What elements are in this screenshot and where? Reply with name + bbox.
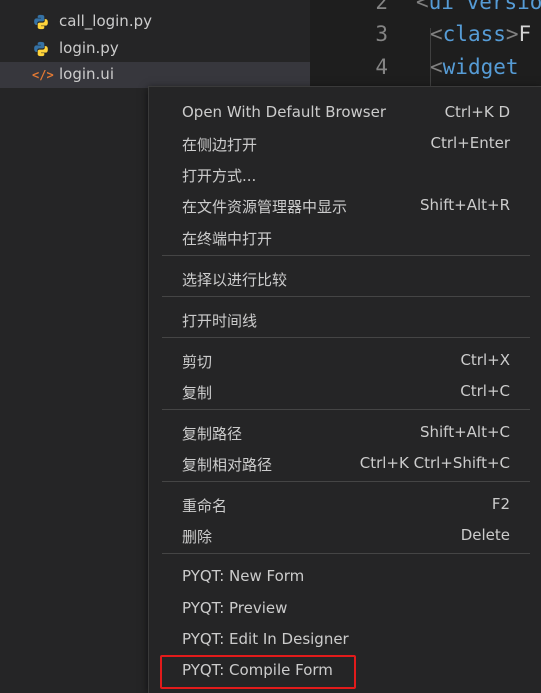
file-label: login.py [59, 39, 119, 57]
menu-item-label: PYQT: Preview [182, 599, 288, 617]
menu-item-copy-relative-path[interactable]: 复制相对路径 Ctrl+K Ctrl+Shift+C [149, 448, 541, 478]
menu-item-open-to-side[interactable]: 在侧边打开 Ctrl+Enter [149, 128, 541, 158]
file-item-call-login-py[interactable]: call_login.py [0, 9, 310, 35]
file-item-login-py[interactable]: login.py [0, 36, 310, 62]
menu-item-select-for-compare[interactable]: 选择以进行比较 [149, 263, 541, 293]
menu-item-shortcut: F2 [491, 495, 510, 513]
menu-item-label: 剪切 [182, 353, 213, 371]
python-icon [34, 14, 48, 30]
menu-item-copy[interactable]: 复制 Ctrl+C [149, 376, 541, 406]
menu-separator [162, 337, 530, 338]
menu-separator [162, 409, 530, 410]
menu-item-label: PYQT: New Form [182, 567, 305, 585]
menu-item-label: 在侧边打开 [182, 136, 258, 154]
menu-item-open-default-browser[interactable]: Open With Default Browser Ctrl+K D [149, 97, 541, 127]
menu-item-shortcut: Delete [460, 526, 510, 544]
menu-item-shortcut: Ctrl+C [460, 382, 510, 400]
file-item-login-ui[interactable]: </> login.ui [0, 62, 310, 88]
menu-item-label: 选择以进行比较 [182, 271, 288, 289]
menu-item-label: 复制路径 [182, 425, 243, 443]
menu-item-open-with[interactable]: 打开方式... [149, 159, 541, 189]
menu-item-label: PYQT: Edit In Designer [182, 630, 349, 648]
menu-item-cut[interactable]: 剪切 Ctrl+X [149, 345, 541, 375]
highlight-box [160, 655, 356, 689]
menu-item-label: 在文件资源管理器中显示 [182, 198, 348, 216]
context-menu: Open With Default Browser Ctrl+K D 在侧边打开… [148, 86, 541, 693]
menu-item-delete[interactable]: 删除 Delete [149, 520, 541, 550]
tag-bracket: < [430, 55, 443, 79]
menu-item-rename[interactable]: 重命名 F2 [149, 489, 541, 519]
menu-item-open-timeline[interactable]: 打开时间线 [149, 304, 541, 334]
menu-item-shortcut: Ctrl+Enter [430, 134, 510, 152]
tag-bracket: < [416, 0, 429, 14]
menu-item-pyqt-new-form[interactable]: PYQT: New Form [149, 561, 541, 591]
menu-separator [162, 481, 530, 482]
tag-name: class [442, 22, 506, 46]
menu-item-shortcut: Ctrl+X [460, 351, 510, 369]
menu-item-open-in-terminal[interactable]: 在终端中打开 [149, 222, 541, 252]
python-icon [34, 41, 48, 57]
menu-item-shortcut: Shift+Alt+R [420, 196, 510, 214]
menu-item-shortcut: Ctrl+K D [444, 103, 510, 121]
menu-item-copy-path[interactable]: 复制路径 Shift+Alt+C [149, 417, 541, 447]
menu-item-label: 打开时间线 [182, 312, 258, 330]
menu-item-shortcut: Ctrl+K Ctrl+Shift+C [359, 454, 510, 472]
menu-item-label: 在终端中打开 [182, 230, 273, 248]
menu-separator [162, 296, 530, 297]
menu-item-label: Open With Default Browser [182, 103, 387, 121]
xml-icon: </> [32, 68, 54, 82]
menu-item-pyqt-preview[interactable]: PYQT: Preview [149, 593, 541, 623]
file-label: call_login.py [59, 12, 152, 30]
line-number: 2 [375, 0, 388, 14]
menu-separator [162, 255, 530, 256]
menu-item-pyqt-edit-in-designer[interactable]: PYQT: Edit In Designer [149, 624, 541, 654]
tag-name: widget [442, 55, 519, 79]
menu-item-reveal-in-explorer[interactable]: 在文件资源管理器中显示 Shift+Alt+R [149, 190, 541, 220]
line-number: 4 [375, 55, 388, 79]
file-label: login.ui [59, 65, 114, 83]
tag-bracket: > [505, 22, 519, 46]
menu-item-label: 复制相对路径 [182, 456, 273, 474]
menu-item-label: 复制 [182, 384, 213, 402]
menu-item-label: 重命名 [182, 497, 228, 515]
menu-item-label: 打开方式... [182, 167, 257, 185]
tag-name: ui version [428, 0, 541, 14]
menu-item-shortcut: Shift+Alt+C [419, 423, 510, 441]
menu-separator [162, 553, 530, 554]
line-number: 3 [375, 22, 388, 46]
menu-item-label: 删除 [182, 528, 213, 546]
code-text: F [518, 22, 532, 46]
tag-bracket: < [430, 22, 443, 46]
